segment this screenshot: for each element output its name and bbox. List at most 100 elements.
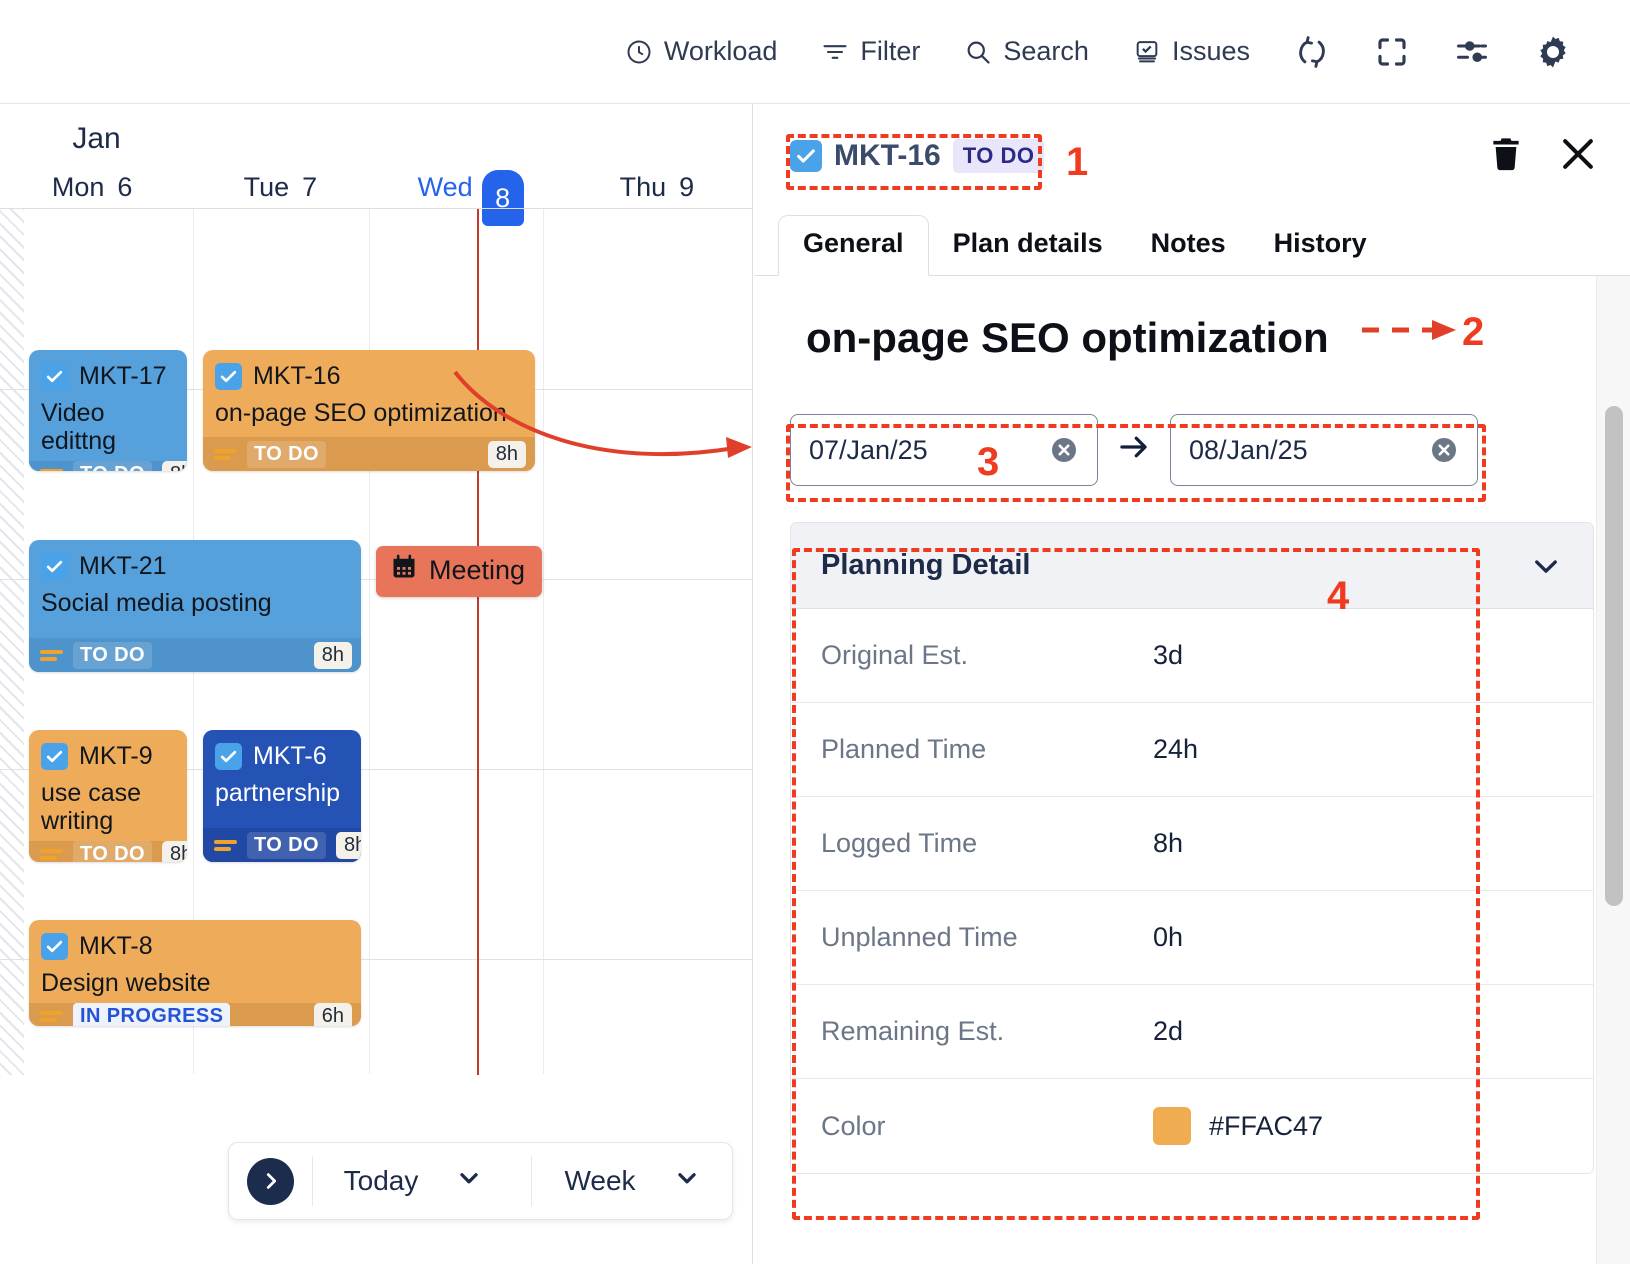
card-status-badge: TO DO	[247, 440, 326, 468]
chevron-down-icon[interactable]	[1529, 549, 1563, 583]
panel-body: on-page SEO optimization 07/Jan/25 08/Ja…	[754, 276, 1630, 1264]
check-icon[interactable]	[215, 363, 242, 390]
calendar-view: Jan Mon 6 Tue 7 Wed 8 Thu 9 MKT-17 Video…	[0, 104, 753, 1264]
check-icon[interactable]	[41, 363, 68, 390]
calendar-card-mkt-17[interactable]: MKT-17 Video edittng TO DO 8h	[29, 350, 187, 471]
card-key-row: MKT-6	[215, 742, 349, 771]
calendar-day-header-wed-today[interactable]: Wed 8	[377, 166, 565, 226]
tab-history[interactable]: History	[1250, 216, 1391, 275]
calendar-nonworking-hatch	[0, 209, 24, 1075]
panel-issue-key[interactable]: MKT-16	[834, 139, 941, 173]
sliders-icon[interactable]	[1432, 34, 1512, 70]
day-number: 7	[302, 171, 318, 202]
issues-icon	[1133, 38, 1161, 66]
calendar-month-label: Jan	[72, 122, 121, 155]
tab-notes[interactable]: Notes	[1127, 216, 1250, 275]
card-key-row: MKT-9	[41, 742, 175, 771]
planning-row-remaining-est: Remaining Est. 2d	[791, 985, 1593, 1079]
row-label: Remaining Est.	[821, 1016, 1005, 1046]
range-select-today[interactable]: Today	[313, 1165, 513, 1198]
card-body: MKT-17 Video edittng	[29, 350, 187, 461]
calendar-column-divider	[543, 209, 544, 1074]
card-hours: 8h	[313, 641, 352, 669]
card-key-row: MKT-21	[41, 552, 349, 581]
close-icon[interactable]	[1556, 132, 1600, 181]
calendar-day-header-thu[interactable]: Thu 9	[565, 166, 752, 208]
priority-icon	[214, 446, 237, 463]
calendar-day-header-tue[interactable]: Tue 7	[188, 166, 376, 208]
clear-circle-icon[interactable]	[1049, 435, 1079, 465]
card-key-label: MKT-8	[79, 932, 153, 960]
card-title: partnership	[215, 779, 341, 807]
chevron-down-icon	[674, 1165, 700, 1198]
gear-icon[interactable]	[1512, 33, 1594, 71]
priority-icon	[40, 846, 63, 862]
calendar-grid: MKT-17 Video edittng TO DO 8h	[0, 208, 752, 1075]
panel-header: MKT-16 TO DO	[754, 104, 1630, 208]
card-status-badge: IN PROGRESS	[73, 1003, 231, 1026]
check-icon[interactable]	[215, 743, 242, 770]
row-label: Logged Time	[821, 828, 978, 858]
filter-icon	[821, 38, 849, 66]
planning-row-unplanned-time: Unplanned Time 0h	[791, 891, 1593, 985]
panel-vertical-scrollbar[interactable]	[1596, 276, 1630, 1264]
top-toolbar: Workload Filter Search Issues	[0, 0, 1630, 104]
planning-row-planned-time: Planned Time 24h	[791, 703, 1593, 797]
calendar-meeting-chip[interactable]: Meeting	[376, 546, 543, 597]
end-date-field[interactable]: 08/Jan/25	[1170, 414, 1478, 486]
calendar-card-mkt-16[interactable]: MKT-16 on-page SEO optimization TO DO 8h	[203, 350, 535, 471]
clear-circle-icon[interactable]	[1429, 435, 1459, 465]
check-icon[interactable]	[790, 140, 822, 172]
date-range-row: 07/Jan/25 08/Jan/25	[790, 414, 1630, 486]
trash-icon[interactable]	[1486, 134, 1526, 179]
planning-detail-header[interactable]: Planning Detail	[791, 523, 1593, 609]
issue-detail-panel: MKT-16 TO DO General Plan details Notes …	[754, 104, 1630, 1264]
card-body: MKT-8 Design website	[29, 920, 361, 1003]
calendar-card-mkt-6[interactable]: MKT-6 partnership TO DO 8h	[203, 730, 361, 862]
panel-tabs: General Plan details Notes History	[754, 208, 1630, 276]
check-icon[interactable]	[41, 933, 68, 960]
color-hex: #FFAC47	[1209, 1110, 1324, 1141]
card-title: use case writing	[41, 779, 142, 835]
start-date-field[interactable]: 07/Jan/25	[790, 414, 1098, 486]
card-key-row: MKT-16	[215, 362, 523, 391]
card-hours: 8h	[335, 831, 361, 859]
priority-icon	[40, 647, 63, 664]
toolbar-search-label: Search	[1003, 36, 1089, 66]
calendar-day-headers: Mon 6 Tue 7 Wed 8 Thu 9	[0, 166, 752, 226]
chevron-right-icon[interactable]	[247, 1157, 294, 1205]
scrollbar-thumb[interactable]	[1604, 406, 1623, 906]
toolbar-issues-button[interactable]: Issues	[1111, 36, 1272, 67]
card-body: MKT-21 Social media posting	[29, 540, 361, 638]
tab-plan-details[interactable]: Plan details	[929, 216, 1127, 275]
toolbar-workload-button[interactable]: Workload	[603, 36, 800, 67]
calendar-column-divider	[369, 209, 370, 1074]
card-key-label: MKT-21	[79, 552, 167, 580]
fullscreen-icon[interactable]	[1352, 34, 1432, 70]
card-hours: 8h	[487, 440, 526, 468]
priority-icon	[40, 466, 63, 471]
panel-issue-key-group[interactable]: MKT-16 TO DO	[784, 135, 1050, 177]
card-key-label: MKT-6	[253, 742, 327, 770]
card-key-label: MKT-9	[79, 742, 153, 770]
sync-icon[interactable]	[1272, 34, 1352, 70]
toolbar-search-button[interactable]: Search	[942, 36, 1111, 67]
toolbar-workload-label: Workload	[663, 36, 778, 66]
row-label: Unplanned Time	[821, 922, 1018, 952]
tab-general[interactable]: General	[778, 215, 929, 276]
day-name: Wed	[417, 171, 473, 202]
toolbar-filter-button[interactable]: Filter	[799, 36, 942, 67]
calendar-card-mkt-8[interactable]: MKT-8 Design website IN PROGRESS 6h	[29, 920, 361, 1026]
row-value: 2d	[1153, 1016, 1184, 1046]
calendar-day-header-mon[interactable]: Mon 6	[0, 166, 188, 208]
calendar-card-mkt-9[interactable]: MKT-9 use case writing TO DO 8h	[29, 730, 187, 862]
check-icon[interactable]	[41, 743, 68, 770]
planning-detail-title: Planning Detail	[821, 549, 1031, 581]
zoom-select-week[interactable]: Week	[532, 1165, 732, 1198]
card-status-badge: TO DO	[73, 641, 152, 669]
priority-icon	[40, 1008, 63, 1025]
check-icon[interactable]	[41, 553, 68, 580]
calendar-card-mkt-21[interactable]: MKT-21 Social media posting TO DO 8h	[29, 540, 361, 672]
color-swatch[interactable]	[1153, 1107, 1191, 1145]
card-hours: 8h	[161, 841, 187, 862]
